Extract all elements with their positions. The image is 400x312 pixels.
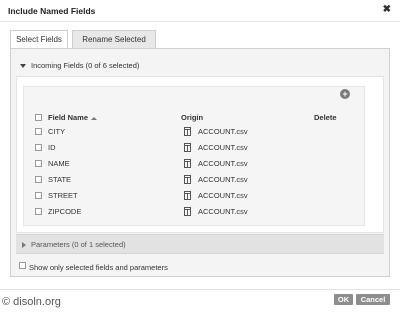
ok-button[interactable]: OK — [334, 294, 353, 305]
table-icon — [184, 143, 191, 152]
table-row-field-name: ID — [48, 143, 56, 152]
title-bar: Include Named Fields ✖ — [0, 0, 400, 22]
table-row-origin: ACCOUNT.csv — [198, 159, 248, 168]
fields-table — [23, 86, 365, 226]
table-row-origin: ACCOUNT.csv — [198, 207, 248, 216]
table-row-origin: ACCOUNT.csv — [198, 127, 248, 136]
table-row-origin: ACCOUNT.csv — [198, 143, 248, 152]
row-checkbox-zipcode[interactable] — [35, 208, 42, 215]
row-checkbox-state[interactable] — [35, 176, 42, 183]
chevron-right-icon — [22, 242, 26, 249]
table-row-field-name: ZIPCODE — [48, 207, 82, 216]
show-only-selected-checkbox[interactable] — [19, 262, 26, 269]
table-icon — [184, 207, 191, 216]
incoming-fields-label: Incoming Fields (0 of 6 selected) — [31, 61, 140, 70]
row-checkbox-name[interactable] — [35, 160, 42, 167]
column-header-field-name[interactable]: Field Name — [48, 113, 98, 122]
close-icon[interactable]: ✖ — [383, 4, 391, 15]
column-header-delete: Delete — [314, 113, 337, 122]
footer-divider — [0, 289, 400, 290]
select-all-checkbox[interactable] — [35, 114, 42, 121]
column-header-origin: Origin — [181, 113, 204, 122]
row-checkbox-city[interactable] — [35, 128, 42, 135]
table-row-origin: ACCOUNT.csv — [198, 191, 248, 200]
table-row-origin: ACCOUNT.csv — [198, 175, 248, 184]
row-checkbox-id[interactable] — [35, 144, 42, 151]
table-row-field-name: CITY — [48, 127, 66, 136]
table-row-field-name: STREET — [48, 191, 78, 200]
chevron-down-icon — [20, 64, 26, 69]
add-field-icon[interactable]: + — [340, 89, 350, 99]
sort-ascending-icon — [91, 116, 98, 120]
watermark-text: © disoln.org — [2, 296, 61, 308]
field-name-header-label: Field Name — [48, 113, 89, 122]
tab-select-fields[interactable]: Select Fields — [10, 30, 68, 49]
tab-rename-selected[interactable]: Rename Selected — [72, 30, 156, 49]
table-row-field-name: NAME — [48, 159, 70, 168]
parameters-label: Parameters (0 of 1 selected) — [31, 240, 126, 249]
cancel-button[interactable]: Cancel — [356, 294, 390, 305]
table-icon — [184, 159, 191, 168]
table-icon — [184, 191, 191, 200]
row-checkbox-street[interactable] — [35, 192, 42, 199]
table-row-field-name: STATE — [48, 175, 72, 184]
dialog-title: Include Named Fields — [8, 6, 96, 16]
show-only-selected-label: Show only selected fields and parameters — [29, 263, 168, 272]
table-icon — [184, 127, 191, 136]
incoming-fields-toggle[interactable]: Incoming Fields (0 of 6 selected) — [20, 61, 139, 70]
parameters-toggle[interactable]: Parameters (0 of 1 selected) — [22, 240, 126, 249]
table-icon — [184, 175, 191, 184]
